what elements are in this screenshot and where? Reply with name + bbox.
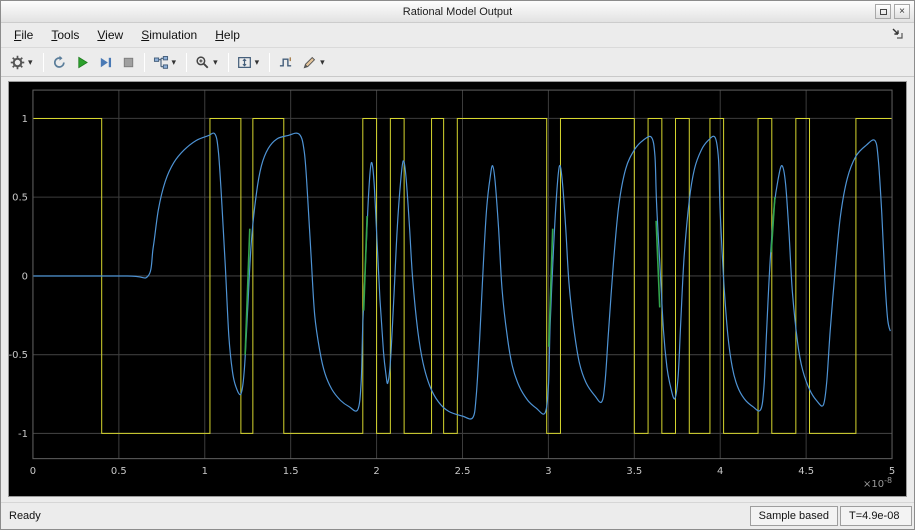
scale-axes-icon (237, 55, 252, 70)
svg-text:0: 0 (22, 271, 28, 282)
svg-text:0: 0 (30, 466, 36, 477)
svg-text:4.5: 4.5 (798, 466, 814, 477)
svg-text:3: 3 (545, 466, 551, 477)
toolbar-separator (143, 52, 145, 72)
svg-text:0.5: 0.5 (111, 466, 127, 477)
svg-text:1.5: 1.5 (283, 466, 299, 477)
scope-chart[interactable]: 0 0.5 1 1.5 2 2.5 3 3.5 4 4.5 510.50-0.5-1×10-8 (9, 82, 906, 496)
close-button[interactable]: × (894, 4, 910, 19)
configuration-button[interactable]: ▾ (6, 51, 39, 74)
window-title: Rational Model Output (402, 5, 513, 18)
zoom-button[interactable]: ▾ (191, 51, 224, 74)
menu-item-tools[interactable]: Tools (42, 25, 88, 45)
trigger-icon (278, 55, 294, 70)
stop-button[interactable] (117, 51, 140, 74)
dropdown-arrow-icon[interactable]: ▾ (170, 57, 179, 68)
menubar: File Tools View Simulation Help (1, 23, 914, 48)
svg-text:1: 1 (202, 466, 208, 477)
maximize-icon (879, 8, 887, 15)
status-sample-mode: Sample based (749, 506, 838, 526)
dock-icon[interactable] (885, 25, 910, 45)
step-back-button[interactable] (48, 51, 71, 74)
scale-axes-button[interactable]: ▾ (233, 51, 266, 74)
maximize-button[interactable] (875, 4, 891, 19)
menu-item-view[interactable]: View (88, 25, 132, 45)
toolbar-separator (186, 52, 188, 72)
menu-item-file[interactable]: File (5, 25, 42, 45)
status-ready: Ready (9, 510, 41, 522)
zoom-icon (195, 55, 210, 70)
window-controls: × (875, 4, 910, 19)
statusbar: Ready Sample based T=4.9e-08 (1, 502, 914, 529)
step-back-icon (52, 55, 67, 70)
svg-text:-0.5: -0.5 (9, 350, 28, 361)
signal-selector-button[interactable]: ▾ (149, 51, 183, 74)
scope-window: Rational Model Output × File Tools View Sim… (0, 0, 915, 530)
toolbar: ▾ ▾ ▾ ▾ ▾ (1, 48, 914, 77)
menu-item-help[interactable]: Help (206, 25, 249, 45)
stop-icon (121, 55, 136, 70)
step-forward-icon (98, 55, 113, 70)
svg-text:2.5: 2.5 (455, 466, 471, 477)
measurements-button[interactable]: ▾ (298, 51, 331, 74)
measurements-icon (302, 55, 317, 70)
gear-icon (10, 55, 25, 70)
signal-selector-icon (153, 55, 169, 70)
step-forward-button[interactable] (94, 51, 117, 74)
trigger-button[interactable] (274, 51, 298, 74)
titlebar[interactable]: Rational Model Output × (1, 1, 914, 23)
svg-text:4: 4 (717, 466, 723, 477)
close-icon: × (899, 5, 905, 17)
svg-text:-1: -1 (18, 429, 28, 440)
svg-text:2: 2 (373, 466, 379, 477)
svg-text:0.5: 0.5 (12, 193, 28, 204)
scope-plot-area[interactable]: 0 0.5 1 1.5 2 2.5 3 3.5 4 4.5 5 1 0.5 0 -0.5 -1 ×10-8 (8, 81, 907, 497)
status-cells: Sample based T=4.9e-08 (749, 506, 912, 526)
dropdown-arrow-icon[interactable]: ▾ (253, 57, 262, 68)
svg-text:1: 1 (22, 114, 28, 125)
toolbar-separator (42, 52, 44, 72)
dropdown-arrow-icon[interactable]: ▾ (211, 57, 220, 68)
toolbar-separator (269, 52, 271, 72)
menu-item-simulation[interactable]: Simulation (132, 25, 206, 45)
run-icon (75, 55, 90, 70)
svg-text:3.5: 3.5 (626, 466, 642, 477)
dropdown-arrow-icon[interactable]: ▾ (318, 57, 327, 68)
dropdown-arrow-icon[interactable]: ▾ (26, 57, 35, 68)
status-sim-time: T=4.9e-08 (840, 506, 912, 526)
run-button[interactable] (71, 51, 94, 74)
toolbar-separator (227, 52, 229, 72)
